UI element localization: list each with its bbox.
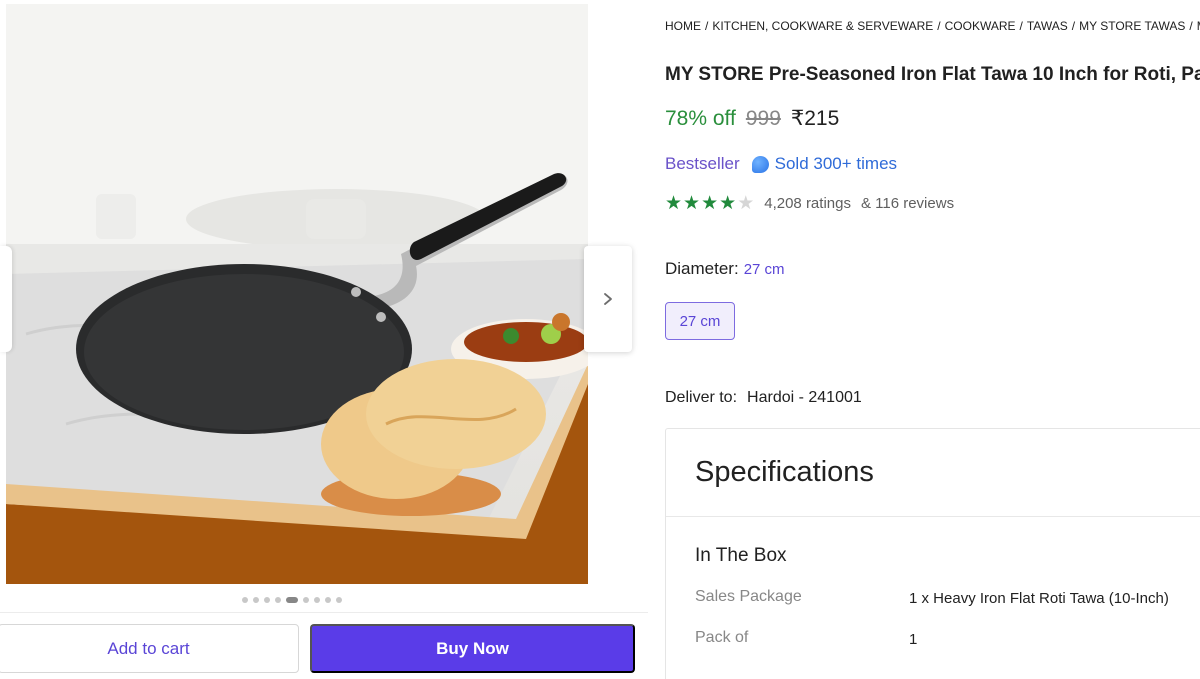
- tawa-illustration: [6, 4, 588, 584]
- rating-row[interactable]: ★ ★ ★ ★ ★ 4,208 ratings & 116 reviews: [665, 194, 954, 213]
- price-row: 78% off 999 ₹215: [665, 106, 839, 131]
- rating-stars: ★ ★ ★ ★ ★: [665, 194, 754, 213]
- sold-count-label: Sold 300+ times: [774, 154, 898, 173]
- sold-bubble-icon: [751, 155, 769, 173]
- bestseller-badge: Bestseller: [665, 154, 740, 173]
- product-image[interactable]: [6, 4, 588, 584]
- variant-selected-value: 27 cm: [743, 261, 785, 278]
- discount-percent: 78% off: [665, 107, 736, 130]
- specifications-card: Specifications In The Box Sales Package …: [665, 428, 1200, 679]
- star-icon: ★: [665, 193, 683, 214]
- variant-label: Diameter:: [665, 259, 739, 278]
- badge-row: Bestseller Sold 300+ times: [665, 154, 897, 174]
- next-image-button[interactable]: [584, 246, 632, 352]
- pagination-dot[interactable]: [275, 597, 281, 603]
- spec-label: Pack of: [695, 629, 749, 646]
- delivery-row[interactable]: Deliver to: Hardoi - 241001: [665, 389, 862, 407]
- variant-row: Diameter: 27 cm: [665, 259, 785, 279]
- breadcrumb: HOME / KITCHEN, COOKWARE & SERVEWARE / COOKW…: [665, 19, 1200, 33]
- selling-price: ₹215: [790, 107, 840, 130]
- buy-now-button[interactable]: Buy Now: [310, 624, 635, 673]
- breadcrumb-separator: /: [1189, 19, 1193, 33]
- pagination-dot[interactable]: [264, 597, 270, 603]
- original-price: 999: [745, 107, 781, 130]
- breadcrumb-link[interactable]: COOKWARE: [945, 19, 1016, 33]
- divider: [666, 516, 1200, 517]
- add-to-cart-button[interactable]: Add to cart: [0, 624, 299, 673]
- pagination-dot[interactable]: [325, 597, 331, 603]
- breadcrumb-link[interactable]: MY STORE TAWAS: [1079, 19, 1185, 33]
- breadcrumb-separator: /: [937, 19, 941, 33]
- spec-section-title: In The Box: [695, 545, 787, 566]
- star-icon: ★: [701, 193, 719, 214]
- ratings-count[interactable]: 4,208 ratings: [764, 195, 851, 212]
- gallery-pagination: [242, 597, 342, 603]
- specifications-title: Specifications: [695, 456, 874, 488]
- breadcrumb-link[interactable]: HOME: [665, 19, 701, 33]
- product-title: MY STORE Pre-Seasoned Iron Flat Tawa 10 …: [665, 64, 1200, 85]
- breadcrumb-separator: /: [705, 19, 709, 33]
- spec-value: 1: [909, 631, 918, 648]
- reviews-count[interactable]: & 116 reviews: [861, 195, 954, 212]
- pagination-dot[interactable]: [242, 597, 248, 603]
- star-icon: ★: [719, 193, 737, 214]
- delivery-label: Deliver to:: [665, 389, 738, 406]
- pagination-dot[interactable]: [286, 597, 298, 603]
- prev-image-edge[interactable]: [0, 246, 12, 352]
- variant-option-27cm[interactable]: 27 cm: [665, 302, 735, 340]
- delivery-location[interactable]: Hardoi - 241001: [747, 389, 862, 407]
- breadcrumb-link[interactable]: KITCHEN, COOKWARE & SERVEWARE: [712, 19, 933, 33]
- spec-label: Sales Package: [695, 588, 802, 605]
- star-icon: ★: [737, 193, 755, 214]
- sold-count-badge: Sold 300+ times: [751, 154, 898, 174]
- pagination-dot[interactable]: [253, 597, 259, 603]
- breadcrumb-link[interactable]: TAWAS: [1027, 19, 1068, 33]
- pagination-dot[interactable]: [314, 597, 320, 603]
- breadcrumb-separator: /: [1019, 19, 1023, 33]
- pagination-dot[interactable]: [303, 597, 309, 603]
- chevron-right-icon: [604, 293, 612, 305]
- breadcrumb-separator: /: [1071, 19, 1076, 33]
- spec-value: 1 x Heavy Iron Flat Roti Tawa (10-Inch): [909, 590, 1169, 607]
- divider: [0, 612, 648, 613]
- star-icon: ★: [683, 193, 701, 214]
- pagination-dot[interactable]: [336, 597, 342, 603]
